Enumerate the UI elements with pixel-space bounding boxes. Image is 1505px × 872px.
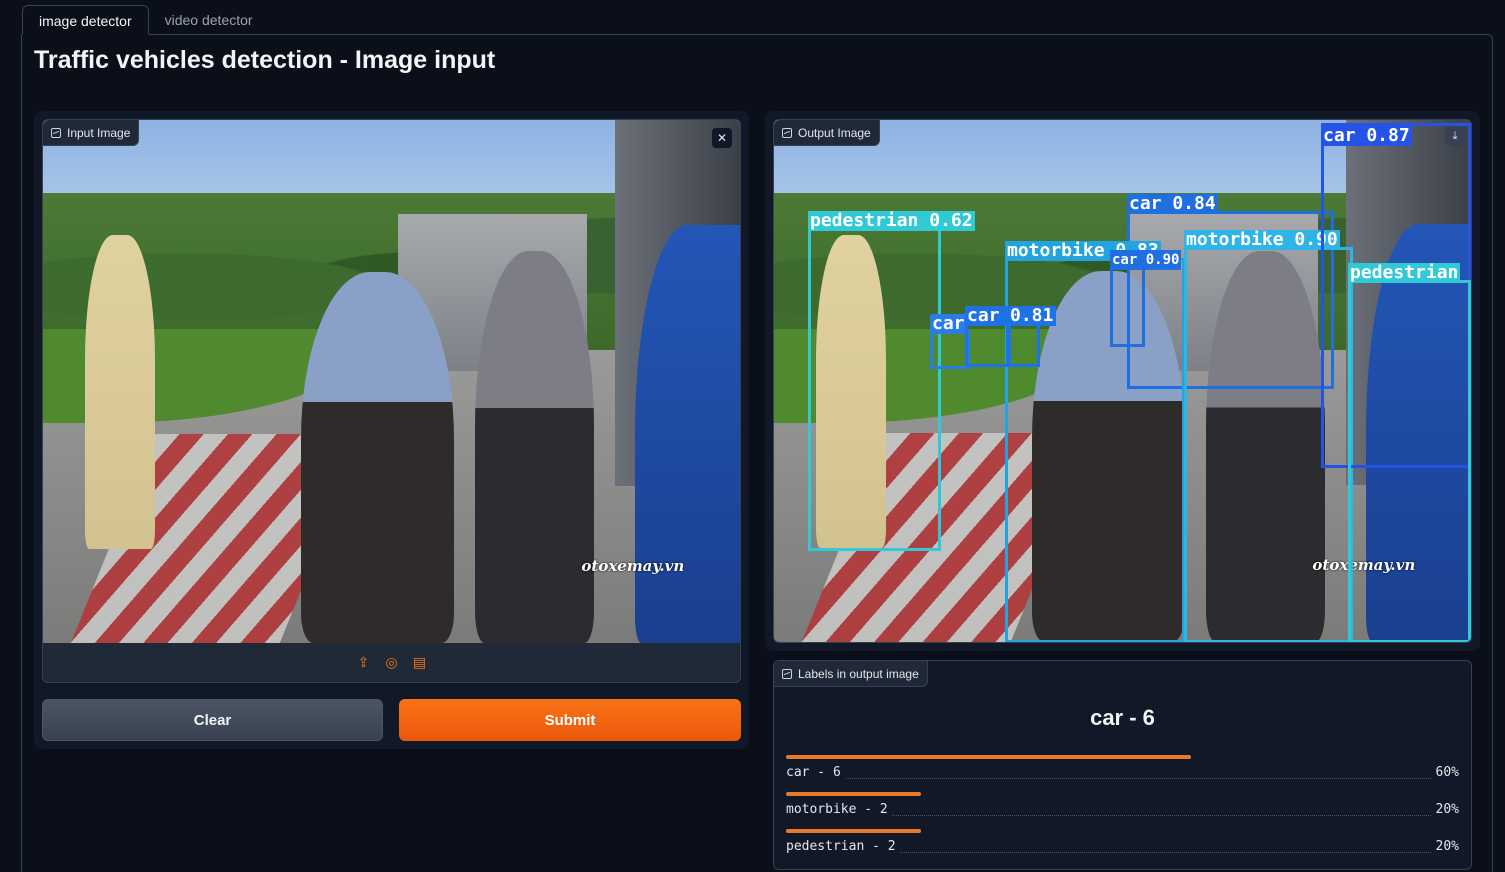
detection-box: car 0.85	[965, 306, 1056, 367]
detection-box: 0.81	[1008, 306, 1056, 367]
close-icon[interactable]: ✕	[712, 128, 732, 148]
input-photo: otoxemay.vn	[43, 120, 740, 643]
input-image-block[interactable]: Input Image ✕ otoxemay.vn ⇪ ◎ ▤	[42, 119, 741, 683]
confidence-row: motorbike - 2 20%	[786, 792, 1459, 828]
clipboard-icon[interactable]: ▤	[411, 654, 429, 671]
input-image-label: Input Image	[43, 120, 140, 146]
detection-box: car 0.90	[1110, 250, 1182, 347]
confidence-bar	[786, 829, 921, 833]
input-image-toolbar: ⇪ ◎ ▤	[43, 642, 740, 682]
detection-box: car	[930, 314, 970, 369]
labels-panel-label: Labels in output image	[774, 661, 928, 687]
output-photo: otoxemay.vn pedestrian 0.62 car 0.84 mot…	[774, 120, 1471, 642]
confidence-label: car - 6	[786, 765, 845, 780]
label-icon	[782, 668, 792, 679]
labels-panel: Labels in output image car - 6 car - 6 6…	[773, 660, 1472, 870]
watermark-text: otoxemay.vn	[581, 557, 685, 576]
confidence-percent: 20%	[1431, 839, 1459, 854]
image-icon	[782, 127, 792, 138]
confidence-percent: 20%	[1431, 802, 1459, 817]
detection-box: pedestrian 0.62	[808, 211, 975, 551]
image-icon	[51, 127, 61, 138]
clear-button[interactable]: Clear	[42, 699, 383, 741]
confidence-row: car - 6 60%	[786, 755, 1459, 791]
confidence-label: motorbike - 2	[786, 802, 892, 817]
tab-image-detector[interactable]: image detector	[22, 5, 149, 35]
webcam-icon[interactable]: ◎	[383, 654, 401, 671]
top-label: car - 6	[1090, 705, 1155, 730]
confidence-bar	[786, 755, 1191, 759]
confidence-row: pedestrian - 2 20%	[786, 829, 1459, 865]
confidence-label: pedestrian - 2	[786, 839, 900, 854]
download-icon[interactable]: ⤓	[1445, 126, 1465, 146]
page-title: Traffic vehicles detection - Image input	[34, 46, 496, 74]
upload-icon[interactable]: ⇪	[355, 654, 373, 671]
confidence-bar	[786, 792, 921, 796]
tab-bar: image detector video detector	[22, 5, 269, 35]
tab-video-detector[interactable]: video detector	[149, 5, 269, 35]
output-image-label: Output Image	[774, 120, 880, 146]
detection-box: pedestrian	[1348, 263, 1471, 642]
output-image-block: Output Image ⤓ otoxemay.vn pedestrian 0.…	[773, 119, 1472, 643]
confidence-percent: 60%	[1431, 765, 1459, 780]
submit-button[interactable]: Submit	[399, 699, 741, 741]
